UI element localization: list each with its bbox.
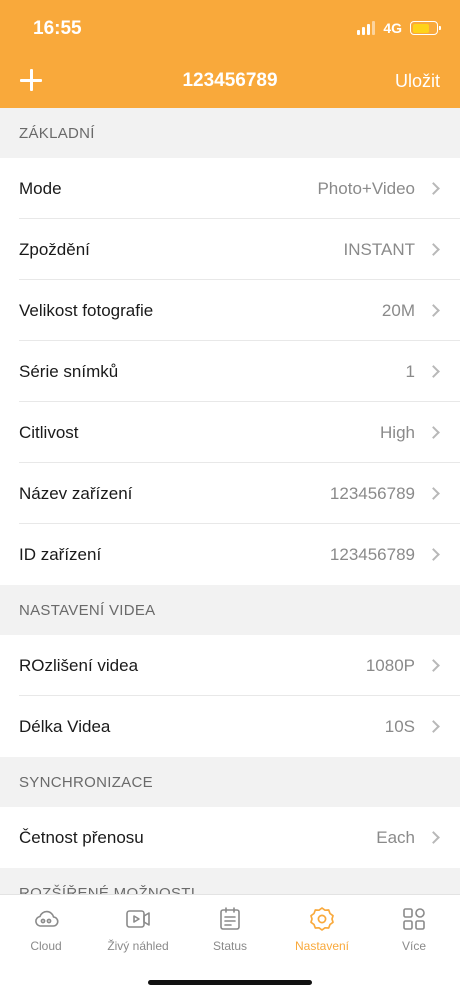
tab-label: Status [212,939,248,953]
setting-value: 123456789 [329,483,415,503]
section-header-video: NASTAVENÍ VIDEA [19,601,156,619]
chevron-right-icon [427,243,440,256]
battery-icon [410,21,441,35]
tab-status[interactable]: Status [184,905,276,953]
settings-list[interactable]: ZÁKLADNÍ Mode Photo+Video Zpoždění INSTANT… [0,108,460,894]
section-basic: Mode Photo+Video Zpoždění INSTANT Velikost… [0,158,460,585]
setting-value: 1 [405,361,415,381]
setting-value: Each [376,827,415,847]
section-header-basic: ZÁKLADNÍ [19,124,95,142]
setting-row-mode[interactable]: Mode Photo+Video [0,158,460,219]
setting-row-video-resolution[interactable]: ROzlišení videa 1080P [0,635,460,696]
setting-value: INSTANT [343,239,415,259]
chevron-right-icon [427,831,440,844]
tab-more[interactable]: Více [368,905,460,953]
status-time: 16:55 [33,18,82,39]
setting-value: 1080P [365,655,415,675]
setting-label: Délka Videa [19,716,111,736]
setting-label: Citlivost [19,422,79,442]
setting-value: High [380,422,415,442]
setting-value: 123456789 [329,544,415,564]
setting-label: ID zařízení [19,544,102,564]
chevron-right-icon [427,426,440,439]
setting-label: Velikost fotografie [19,300,154,320]
tab-settings[interactable]: Nastavení [276,905,368,953]
setting-label: Zpoždění [19,239,90,259]
setting-label: Mode [19,178,62,198]
setting-row-sensitivity[interactable]: Citlivost High [0,402,460,463]
section-header-sync: SYNCHRONIZACE [19,773,153,791]
setting-label: Název zařízení [19,483,133,503]
live-preview-icon [126,910,150,928]
tab-label: Živý náhled [107,939,169,953]
cloud-icon [35,910,59,927]
section-header-advanced: ROZŠÍŘENÉ MOŽNOSTI [19,884,196,895]
setting-row-video-length[interactable]: Délka Videa 10S [0,696,460,757]
chevron-right-icon [427,304,440,317]
signal-icon [357,21,376,35]
chevron-right-icon [427,720,440,733]
save-button[interactable]: Uložit [395,71,440,92]
more-icon [403,908,425,930]
chevron-right-icon [427,548,440,561]
page-title: 123456789 [182,70,278,91]
status-indicators: 4G [357,20,441,36]
home-indicator [148,980,312,985]
setting-row-delay[interactable]: Zpoždění INSTANT [0,219,460,280]
setting-value: 20M [381,300,415,320]
tab-label: Cloud [30,939,62,953]
setting-row-photo-size[interactable]: Velikost fotografie 20M [0,280,460,341]
settings-icon [310,907,334,931]
tab-label: Nastavení [294,939,350,953]
section-sync: Četnost přenosu Each [0,807,460,868]
chevron-right-icon [427,487,440,500]
setting-value: Photo+Video [317,178,415,198]
section-video: ROzlišení videa 1080P Délka Videa 10S [0,635,460,757]
setting-row-burst[interactable]: Série snímků 1 [0,341,460,402]
header-bar: 16:55 4G 123456789 Uložit [0,0,460,108]
tab-cloud[interactable]: Cloud [0,905,92,953]
chevron-right-icon [427,182,440,195]
tab-live-preview[interactable]: Živý náhled [92,905,184,953]
setting-label: ROzlišení videa [19,655,139,675]
chevron-right-icon [427,659,440,672]
network-type: 4G [383,20,402,36]
setting-value: 10S [384,716,415,736]
setting-label: Série snímků [19,361,119,381]
chevron-right-icon [427,365,440,378]
tab-label: Více [401,939,426,953]
setting-row-device-name[interactable]: Název zařízení 123456789 [0,463,460,524]
setting-row-device-id[interactable]: ID zařízení 123456789 [0,524,460,585]
setting-label: Četnost přenosu [19,827,144,847]
status-icon [220,907,240,930]
setting-row-transfer-frequency[interactable]: Četnost přenosu Each [0,807,460,868]
